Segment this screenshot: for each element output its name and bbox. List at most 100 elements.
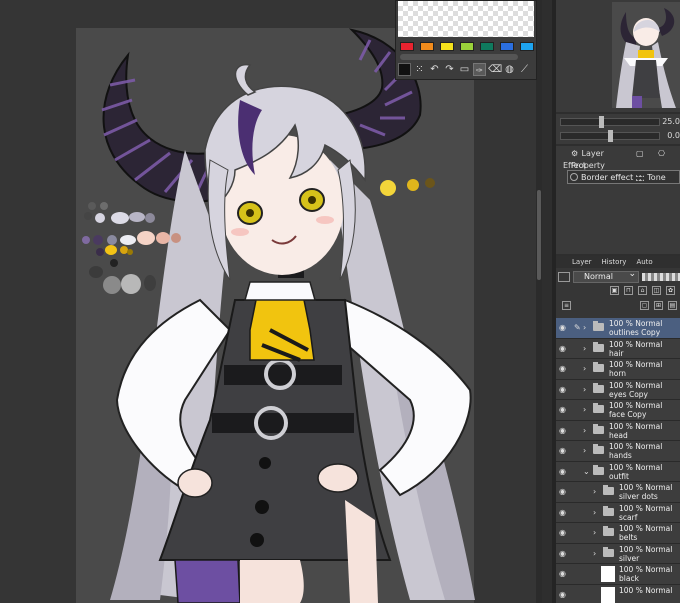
eye-icon[interactable]: ◉ (559, 528, 566, 537)
color-swatch[interactable] (520, 42, 534, 51)
eye-icon[interactable]: ◉ (559, 549, 566, 558)
canvas-area[interactable] (0, 0, 542, 603)
chevron-right-icon[interactable]: › (593, 508, 596, 517)
border-effect-icon[interactable] (570, 173, 578, 181)
eyedropper-icon[interactable]: ⟋ (518, 63, 531, 76)
undo-icon[interactable]: ↶ (428, 63, 441, 76)
layer-name: hair (609, 348, 624, 358)
zoom-slider[interactable] (560, 116, 660, 128)
eraser-icon[interactable]: ⌫ (488, 63, 502, 76)
canvas-scrollbar-thumb[interactable] (537, 190, 541, 280)
layer-row[interactable]: ◉ › 100 % Normal hair (556, 338, 680, 359)
layer-row[interactable]: ◉ 100 % Normal black (556, 564, 680, 585)
eye-icon[interactable]: ◉ (559, 467, 566, 476)
active-color-box[interactable] (398, 63, 411, 76)
rotation-slider-knob[interactable] (608, 130, 613, 142)
tab-extra-1[interactable]: ▢ (636, 148, 644, 160)
layer-row[interactable]: ◉ ⌄ 100 % Normal outfit (556, 461, 680, 482)
tab-layer-property[interactable]: ⚙ Layer Property (571, 148, 635, 170)
border-effect-label[interactable]: Border effect (581, 173, 633, 182)
color-swatch[interactable] (500, 42, 514, 51)
new-layer-icon[interactable]: ▢ (640, 301, 649, 310)
chevron-right-icon[interactable]: › (583, 344, 586, 353)
eye-icon[interactable]: ◉ (559, 426, 566, 435)
eye-icon[interactable]: ◉ (559, 487, 566, 496)
chevron-right-icon[interactable]: › (593, 528, 596, 537)
new-folder-icon[interactable]: ⊞ (654, 301, 663, 310)
layer-name: belts (619, 533, 638, 542)
brush-icon[interactable]: ⁙ (413, 63, 426, 76)
layer-name: silver (619, 553, 640, 563)
folder-icon (593, 382, 604, 393)
layer-row[interactable]: ◉ › 100 % Normal silver (556, 543, 680, 564)
chevron-right-icon[interactable]: › (593, 487, 596, 496)
layer-opacity-mode: 100 % (619, 483, 643, 492)
layer-row[interactable]: ◉ › 100 % Normal belts (556, 523, 680, 544)
chevron-down-icon[interactable]: ⌄ (583, 467, 590, 476)
rotation-slider[interactable] (560, 130, 660, 142)
chevron-right-icon[interactable]: › (583, 405, 586, 414)
clip-icon[interactable]: ⊓ (624, 286, 633, 295)
layer-menu-icon[interactable]: ≡ (562, 301, 571, 310)
eye-icon[interactable]: ◉ (559, 569, 566, 578)
layer-row[interactable]: ◉ › 100 % Normal silver dots (556, 482, 680, 503)
chevron-right-icon[interactable]: › (593, 549, 596, 558)
tone-icon[interactable] (636, 173, 645, 181)
color-slider[interactable] (400, 54, 518, 60)
chevron-right-icon[interactable]: › (583, 323, 586, 332)
tab-layer[interactable]: Layer (572, 256, 592, 268)
navigator-preview[interactable] (612, 2, 680, 108)
layer-meta: 100 % Normal face Copy (609, 401, 662, 419)
layer-meta: 100 % Normal black (619, 565, 672, 583)
mode-icon[interactable]: ▭ (458, 63, 471, 76)
eye-icon[interactable]: ◉ (559, 385, 566, 394)
edit-pen-icon[interactable]: ✎ (574, 323, 581, 332)
zoom-slider-knob[interactable] (599, 116, 604, 128)
layer-row[interactable]: ◉ ✎ › 100 % Normal outlines Copy (556, 318, 680, 339)
chevron-right-icon[interactable]: › (583, 446, 586, 455)
chevron-right-icon[interactable]: › (583, 385, 586, 394)
layer-row[interactable]: ◉ 100 % Normal (556, 584, 680, 603)
eye-icon[interactable]: ◉ (559, 323, 566, 332)
chevron-right-icon[interactable]: › (583, 364, 586, 373)
layer-name: silver dots (619, 492, 658, 501)
layer-name: head (609, 430, 628, 440)
palette-icon[interactable]: ✿ (666, 286, 675, 295)
delete-layer-icon[interactable]: ▤ (668, 301, 677, 310)
blend-mode-select[interactable]: Normal (573, 269, 639, 283)
color-swatch[interactable] (480, 42, 494, 51)
reference-icon[interactable]: ⌂ (638, 286, 647, 295)
layer-name: eyes Copy (609, 389, 648, 399)
tab-history[interactable]: History (602, 256, 627, 268)
mask-icon[interactable]: ◫ (652, 286, 661, 295)
eye-icon[interactable]: ◉ (559, 364, 566, 373)
layer-meta: 100 % Normal outlines Copy (609, 319, 662, 337)
transparent-color-preview[interactable] (398, 1, 534, 37)
eye-icon[interactable]: ◉ (559, 508, 566, 517)
layer-row[interactable]: ◉ › 100 % Normal face Copy (556, 400, 680, 421)
chevron-right-icon[interactable]: › (583, 426, 586, 435)
eye-icon[interactable]: ◉ (559, 590, 566, 599)
color-swatch[interactable] (440, 42, 454, 51)
lock-icon[interactable]: ▣ (610, 286, 619, 295)
layer-row[interactable]: ◉ › 100 % Normal hands (556, 441, 680, 462)
eye-icon[interactable]: ◉ (559, 446, 566, 455)
tab-extra-2[interactable]: ⎔ (658, 148, 665, 160)
color-swatch[interactable] (400, 42, 414, 51)
eye-icon[interactable]: ◉ (559, 405, 566, 414)
layer-row[interactable]: ◉ › 100 % Normal eyes Copy (556, 379, 680, 400)
layer-opacity-mode: 100 % (619, 503, 643, 513)
color-swatch[interactable] (460, 42, 474, 51)
layer-row[interactable]: ◉ › 100 % Normal scarf (556, 502, 680, 523)
color-swatch[interactable] (420, 42, 434, 51)
opacity-slider[interactable] (642, 273, 680, 281)
redo-icon[interactable]: ↷ (443, 63, 456, 76)
eye-icon[interactable]: ◉ (559, 344, 566, 353)
tab-auto-actions[interactable]: Auto (636, 256, 652, 268)
drop-icon[interactable]: ◍ (503, 63, 516, 76)
pen-icon[interactable]: ✑ (473, 63, 486, 76)
layer-color-icon[interactable] (558, 272, 570, 282)
tone-label[interactable]: Tone (647, 173, 665, 182)
layer-row[interactable]: ◉ › 100 % Normal head (556, 420, 680, 441)
layer-row[interactable]: ◉ › 100 % Normal horn (556, 359, 680, 380)
